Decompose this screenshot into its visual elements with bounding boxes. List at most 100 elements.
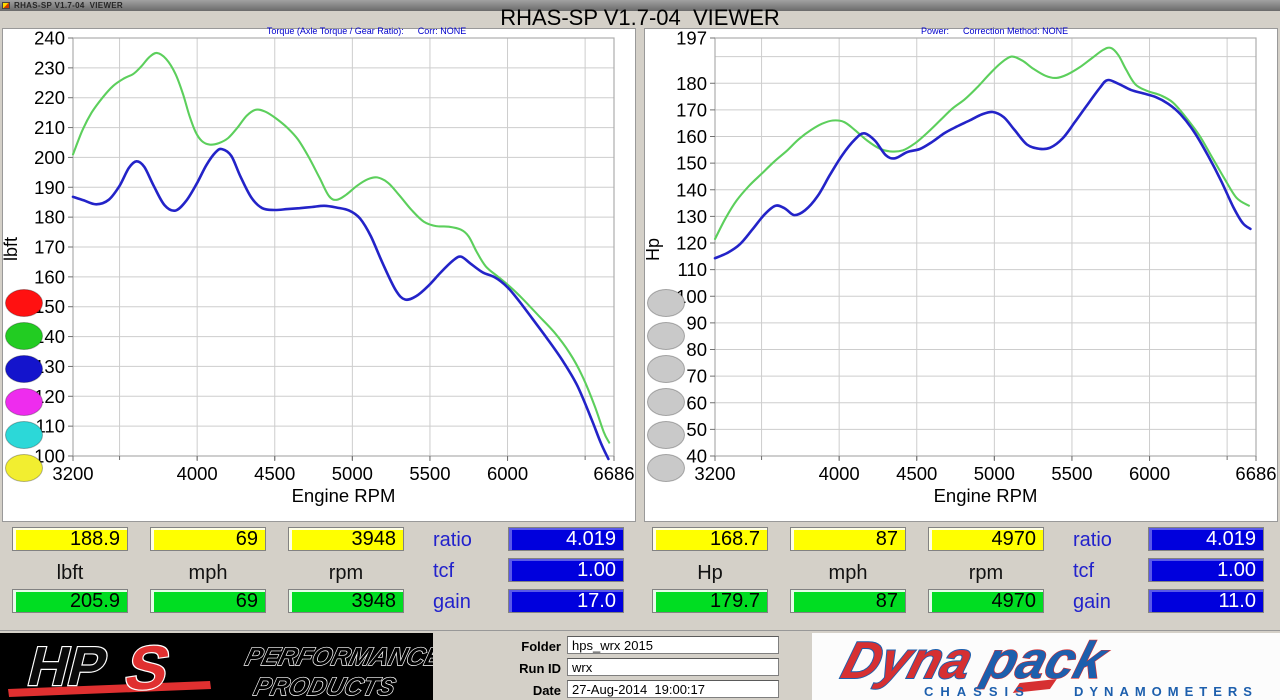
x-tick-label: 6686 [593, 463, 634, 484]
torque-caption: Torque (Axle Torque / Gear Ratio): Corr: … [262, 16, 466, 36]
y-tick-label: 80 [686, 339, 707, 360]
footer: HP S PERFORMANCE PRODUCTS Folder Run ID … [0, 630, 1280, 700]
rpm-unit-label: rpm [968, 562, 1004, 584]
y-tick-label: 180 [34, 207, 65, 228]
series-green-run [713, 46, 1250, 241]
hps-logo: HP S PERFORMANCE PRODUCTS [0, 633, 447, 700]
y-tick-label: 210 [34, 117, 65, 138]
plot-frame [714, 37, 1257, 457]
gain-value: 11.0 [1148, 589, 1264, 613]
y-tick-label: 230 [34, 57, 65, 78]
tcf-label: tcf [1073, 560, 1095, 582]
y-tick-label: 240 [34, 29, 65, 49]
hps-performance-text: PERFORMANCE [243, 643, 433, 671]
x-tick-label: 6000 [1129, 463, 1170, 484]
channel-swatch-5[interactable] [5, 421, 43, 449]
y-tick-label: 130 [676, 206, 707, 227]
y-tick-label: 50 [686, 419, 707, 440]
mph-unit-label: mph [828, 562, 868, 584]
runid-input[interactable] [567, 658, 779, 676]
x-tick-label: 4000 [819, 463, 860, 484]
power-run2-value: 179.7 [652, 589, 768, 613]
torque-run2-value: 205.9 [12, 589, 128, 613]
x-tick-label: 6686 [1235, 463, 1276, 484]
torque-caption-label: Torque (Axle Torque / Gear Ratio): [266, 26, 404, 36]
tcf-label: tcf [433, 560, 455, 582]
dyno-viewer-window: { "window": { "titlebar_text": "RHAS-SP … [0, 0, 1280, 700]
channel-swatch-2[interactable] [5, 322, 43, 350]
series-blue-run [713, 78, 1252, 260]
y-tick-label: 110 [678, 259, 708, 280]
y-tick-label: 170 [676, 99, 707, 120]
hps-logo-group: HP S PERFORMANCE PRODUCTS [8, 633, 447, 700]
ratio-value: 4.019 [1148, 527, 1264, 551]
x-axis-label: Engine RPM [292, 485, 396, 506]
power-run1-mph: 87 [790, 527, 906, 551]
y-tick-label: 170 [34, 237, 65, 258]
x-tick-label: 6000 [487, 463, 528, 484]
channel-swatch-3[interactable] [647, 355, 685, 383]
dynapack-dynamometers-text: DYNAMOMETERS [1074, 684, 1258, 699]
y-axis-label: Hp [645, 238, 663, 261]
y-tick-label: 160 [676, 126, 707, 147]
power-readouts: 168.7 87 4970 Hp mph rpm 179.7 87 4970 r… [640, 522, 1280, 628]
torque-run1-rpm: 3948 [288, 527, 404, 551]
y-tick-label: 200 [34, 147, 65, 168]
folder-input[interactable] [567, 636, 779, 654]
y-tick-label: 60 [686, 392, 707, 413]
torque-run2-mph: 69 [150, 589, 266, 613]
hps-hp-text: HP [22, 635, 114, 697]
x-tick-label: 5500 [409, 463, 450, 484]
y-tick-label: 150 [676, 153, 707, 174]
channel-swatch-5[interactable] [647, 421, 685, 449]
date-input[interactable] [567, 680, 779, 698]
x-tick-label: 5000 [332, 463, 373, 484]
dynapack-dyna-text: Dyna [836, 633, 980, 690]
channel-swatch-4[interactable] [5, 388, 43, 416]
power-chart: 1971801701601501401301201101009080706050… [643, 28, 1277, 507]
channel-swatch-1[interactable] [647, 289, 685, 317]
y-tick-label: 120 [676, 233, 707, 254]
power-run2-rpm: 4970 [928, 589, 1044, 613]
channel-swatch-6[interactable] [5, 454, 43, 482]
run-info-fields: Folder Run ID Date [433, 633, 812, 700]
series-green-run [71, 51, 611, 444]
power-run1-value: 168.7 [652, 527, 768, 551]
y-tick-label: 220 [34, 87, 65, 108]
torque-run1-mph: 69 [150, 527, 266, 551]
x-tick-label: 3200 [52, 463, 93, 484]
y-tick-label: 197 [676, 29, 707, 49]
page-title: RHAS-SP V1.7-04 VIEWER [500, 5, 780, 30]
ratio-label: ratio [433, 529, 472, 551]
dynapack-logo-svg: Dyna pack CHASSIS DYNAMOMETERS [835, 631, 1258, 699]
runid-label: Run ID [519, 661, 561, 676]
power-unit-label: Hp [697, 562, 723, 584]
ratio-value: 4.019 [508, 527, 624, 551]
date-label: Date [532, 683, 561, 698]
x-tick-label: 5500 [1051, 463, 1092, 484]
y-tick-label: 190 [34, 177, 65, 198]
torque-unit-label: lbft [56, 562, 84, 584]
x-axis-label: Engine RPM [934, 485, 1038, 506]
hps-logo-svg: HP S PERFORMANCE PRODUCTS [8, 633, 447, 700]
power-run1-rpm: 4970 [928, 527, 1044, 551]
gain-label: gain [433, 591, 471, 613]
channel-swatch-3[interactable] [5, 355, 43, 383]
x-tick-label: 3200 [694, 463, 735, 484]
gain-label: gain [1073, 591, 1111, 613]
ratio-label: ratio [1073, 529, 1112, 551]
channel-swatch-2[interactable] [647, 322, 685, 350]
dynapack-logo: Dyna pack CHASSIS DYNAMOMETERS [812, 631, 1280, 700]
readout-section: 188.9 69 3948 lbft mph rpm 205.9 69 3948… [0, 522, 1280, 628]
torque-readouts: 188.9 69 3948 lbft mph rpm 205.9 69 3948… [0, 522, 640, 628]
tcf-value: 1.00 [1148, 558, 1264, 582]
torque-run2-rpm: 3948 [288, 589, 404, 613]
power-run2-mph: 87 [790, 589, 906, 613]
x-tick-label: 4500 [896, 463, 937, 484]
channel-swatch-4[interactable] [647, 388, 685, 416]
rpm-unit-label: rpm [328, 562, 364, 584]
hps-products-text: PRODUCTS [251, 673, 398, 700]
channel-swatch-6[interactable] [647, 454, 685, 482]
channel-swatch-1[interactable] [5, 289, 43, 317]
dynapack-chassis-text: CHASSIS [924, 684, 1031, 699]
